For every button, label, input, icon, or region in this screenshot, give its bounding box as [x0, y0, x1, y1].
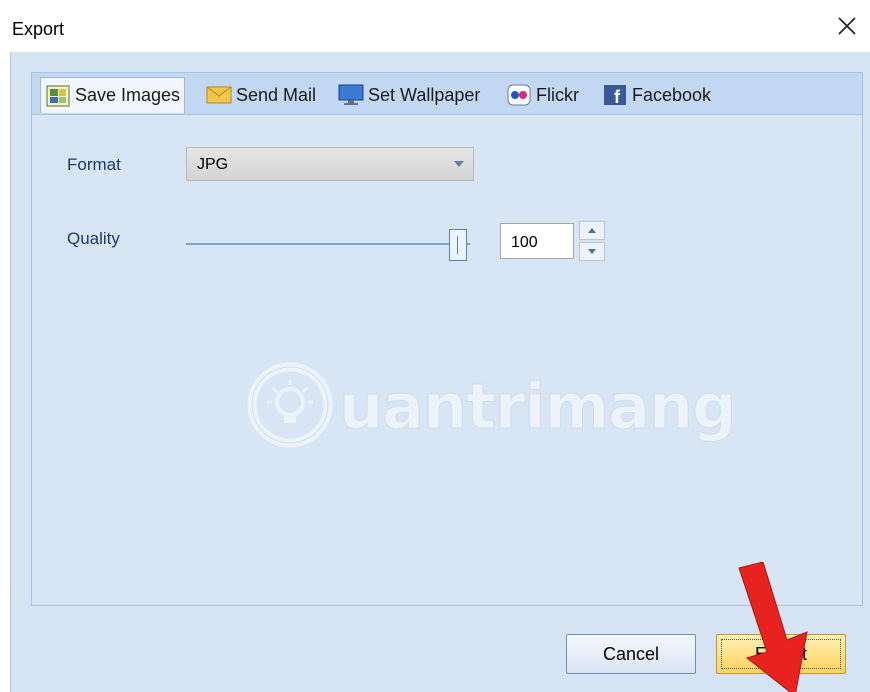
- quality-label: Quality: [67, 229, 120, 248]
- tab-set-wallpaper[interactable]: Set Wallpaper: [338, 79, 480, 111]
- save-images-panel: Format JPG Quality 100 uantrimang: [31, 114, 863, 606]
- slider-thumb[interactable]: [449, 229, 467, 261]
- quality-input[interactable]: 100: [500, 223, 574, 259]
- tab-label: Send Mail: [236, 84, 317, 105]
- chevron-down-icon: [445, 148, 473, 180]
- stepper-down-button[interactable]: [579, 242, 605, 261]
- mail-envelope-icon: [206, 84, 232, 106]
- tab-strip: Save Images Send Mail Set Wallpaper Flic…: [31, 72, 863, 114]
- close-icon: [838, 17, 856, 35]
- flickr-icon: [506, 84, 532, 106]
- arrow-down-icon: [588, 249, 596, 254]
- tab-label: Set Wallpaper: [368, 84, 481, 105]
- save-images-icon: [45, 85, 71, 107]
- window-title: Export: [12, 19, 65, 39]
- monitor-icon: [338, 84, 364, 106]
- facebook-icon: f: [602, 84, 628, 106]
- close-button[interactable]: [824, 0, 870, 52]
- tab-label: Facebook: [632, 84, 712, 105]
- export-button[interactable]: Export: [716, 634, 846, 674]
- tab-label: Flickr: [536, 84, 579, 105]
- slider-track: [186, 243, 470, 245]
- format-label: Format: [67, 155, 121, 174]
- format-dropdown[interactable]: JPG: [186, 147, 474, 181]
- format-value: JPG: [197, 156, 229, 173]
- tab-flickr[interactable]: Flickr: [506, 79, 579, 111]
- tab-send-mail[interactable]: Send Mail: [206, 79, 316, 111]
- stepper-up-button[interactable]: [579, 221, 605, 240]
- svg-text:f: f: [614, 87, 621, 106]
- tab-label: Save Images: [75, 85, 181, 105]
- watermark-logo: uantrimang: [245, 360, 737, 450]
- dialog-body: Save Images Send Mail Set Wallpaper Flic…: [10, 52, 870, 692]
- lightbulb-logo-icon: [247, 362, 333, 448]
- title-bar: Export: [0, 0, 870, 52]
- cancel-label: Cancel: [602, 643, 660, 664]
- tab-facebook[interactable]: f Facebook: [602, 79, 711, 111]
- tab-save-images[interactable]: Save Images: [40, 77, 186, 113]
- arrow-up-icon: [588, 228, 596, 233]
- quality-stepper: [579, 221, 607, 261]
- watermark-text: uantrimang: [339, 370, 738, 444]
- cancel-button[interactable]: Cancel: [566, 634, 696, 674]
- export-label: Export: [754, 643, 808, 664]
- quality-value: 100: [511, 234, 538, 251]
- quality-slider[interactable]: [186, 229, 470, 261]
